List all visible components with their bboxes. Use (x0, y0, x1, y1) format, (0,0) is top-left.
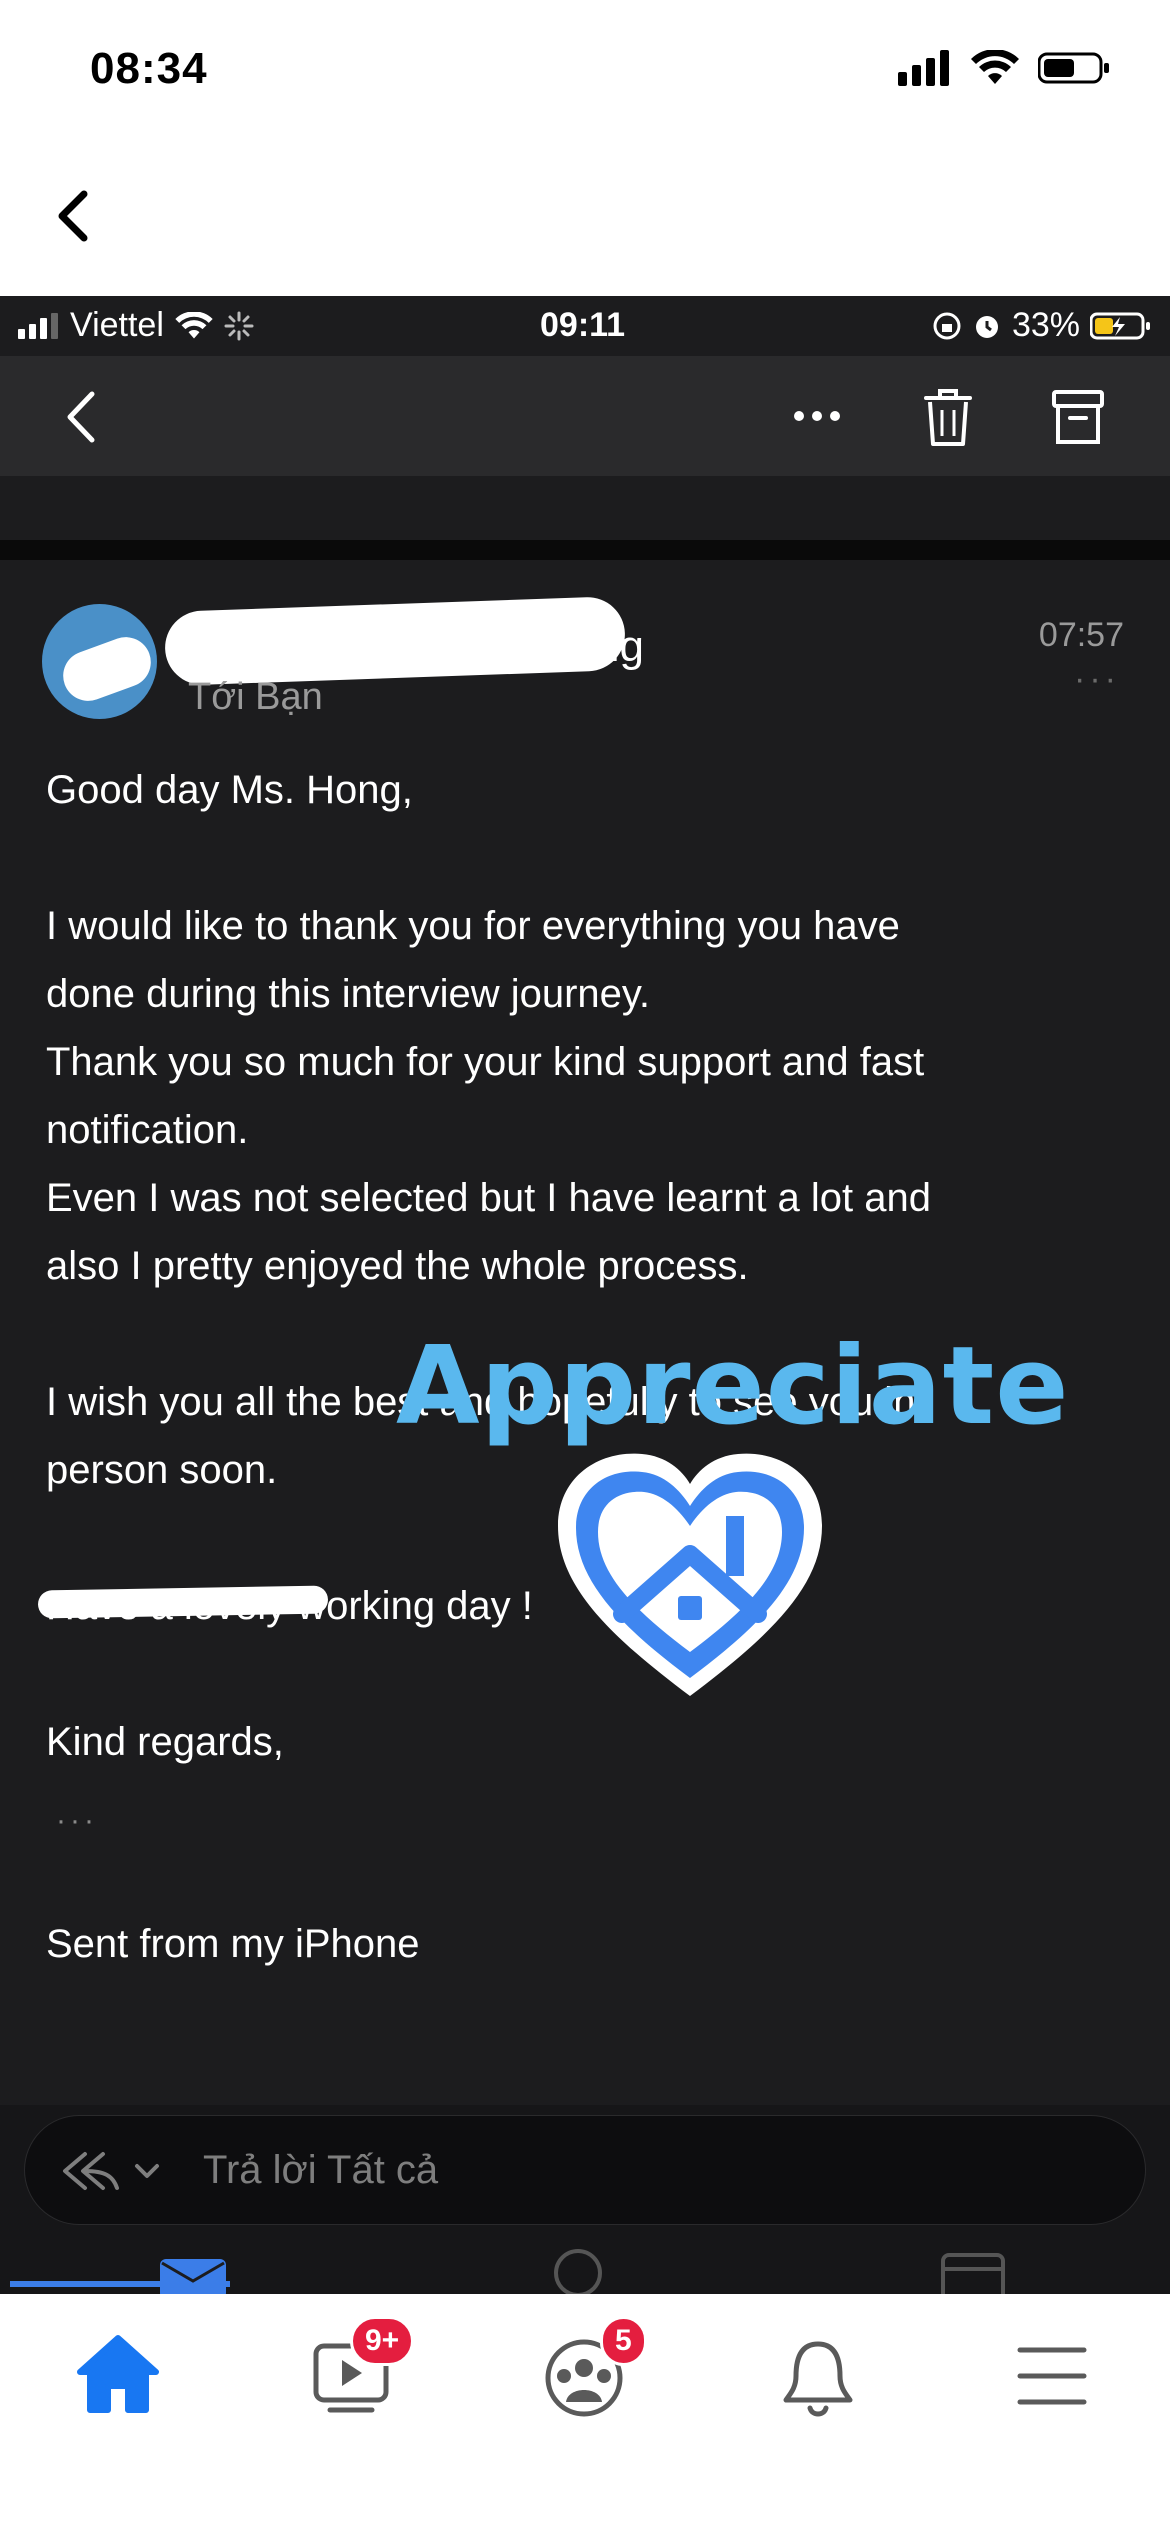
inner-status-time: 09:11 (540, 306, 626, 344)
battery-icon (1038, 52, 1109, 84)
battery-percent: 33% (1011, 306, 1080, 344)
heart-home-sticker-icon (558, 1453, 822, 1696)
email-screenshot: Viettel 09:11 33% ng Tới Bạn 07:57 ··· G… (0, 296, 1170, 2294)
search-tab-icon[interactable] (550, 2245, 606, 2294)
mail-tab-icon[interactable] (158, 2255, 228, 2294)
trash-icon[interactable] (918, 384, 978, 450)
inner-status-bar: Viettel 09:11 33% (0, 296, 1170, 356)
sender-name-fragment: ng (595, 622, 644, 671)
paragraph-thanks: I would like to thank you for everything… (46, 904, 931, 1288)
more-options-icon[interactable] (782, 396, 852, 436)
email-timestamp: 07:57 (1038, 616, 1124, 654)
calendar-tab-icon[interactable] (940, 2251, 1006, 2294)
signal-icon (898, 50, 949, 86)
archive-icon[interactable] (1048, 384, 1108, 450)
signature-redaction (37, 1585, 329, 1619)
reply-area: Trả lời Tất cả (0, 2105, 1170, 2294)
battery-charging-icon (1090, 312, 1150, 339)
recipient-line[interactable]: Tới Bạn (188, 676, 323, 719)
wifi-icon (175, 311, 213, 338)
reply-all-icon[interactable] (55, 2146, 165, 2196)
home-icon (77, 2335, 159, 2413)
nav-notifications[interactable] (758, 2324, 878, 2424)
alarm-icon (975, 315, 998, 338)
show-quoted-text-button[interactable]: ··· (56, 1804, 98, 1838)
wifi-icon (971, 50, 1019, 84)
carrier-label: Viettel (70, 306, 164, 344)
back-icon[interactable] (56, 384, 106, 450)
sender-avatar (42, 604, 157, 719)
previous-message-stub (0, 476, 1170, 536)
orientation-lock-icon (933, 312, 961, 339)
greeting: Good day Ms. Hong, (46, 768, 413, 812)
groups-badge: 5 (600, 2316, 647, 2366)
nav-video[interactable]: 9+ (290, 2316, 415, 2424)
status-time: 08:34 (90, 44, 208, 93)
sent-from: Sent from my iPhone (46, 1922, 420, 1966)
signal-icon (18, 312, 58, 339)
video-badge: 9+ (350, 2316, 415, 2366)
reply-placeholder: Trả lời Tất cả (203, 2148, 439, 2192)
sender-name-redaction (163, 595, 627, 687)
mail-tab-bar (0, 2245, 1170, 2294)
bell-icon (783, 2341, 853, 2417)
nav-groups[interactable]: 5 (524, 2316, 647, 2424)
reply-all-field[interactable]: Trả lời Tất cả (24, 2115, 1146, 2225)
email-more-button[interactable]: ··· (1074, 660, 1120, 699)
appreciate-sticker-text: Appreciate (396, 1324, 1070, 1449)
outer-status-bar: 08:34 (0, 0, 1170, 150)
status-icons (898, 50, 1110, 86)
loading-spinner-icon (224, 311, 254, 340)
back-icon[interactable] (44, 180, 104, 250)
closing: Kind regards, (46, 1720, 284, 1764)
menu-icon (1017, 2347, 1087, 2405)
nav-home[interactable] (58, 2324, 178, 2424)
email-toolbar (0, 356, 1170, 476)
nav-menu[interactable] (992, 2324, 1112, 2424)
facebook-bottom-nav: 9+ 5 (0, 2294, 1170, 2532)
message-divider (0, 540, 1170, 560)
